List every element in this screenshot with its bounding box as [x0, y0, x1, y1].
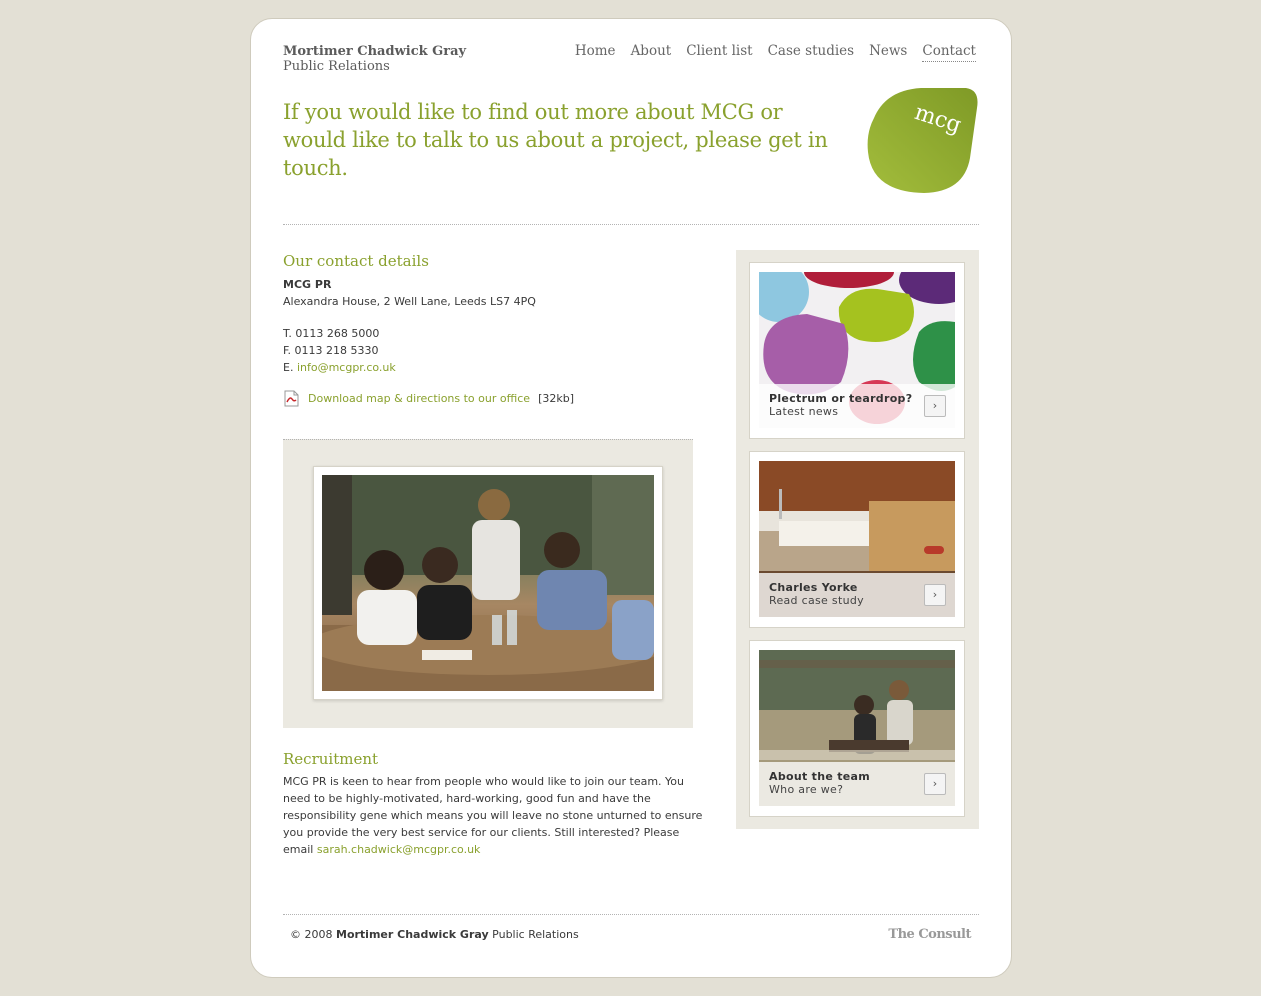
team-meeting-photo	[322, 475, 654, 691]
tile-case-study-title: Charles Yorke	[769, 581, 858, 594]
contact-heading: Our contact details	[283, 252, 429, 270]
tile-case-study-subtitle: Read case study	[769, 594, 864, 607]
pdf-icon	[284, 390, 299, 407]
nav-news[interactable]: News	[869, 43, 907, 62]
intro-text: If you would like to find out more about…	[283, 100, 828, 180]
tile-team-subtitle: Who are we?	[769, 783, 844, 796]
nav-about[interactable]: About	[631, 43, 672, 62]
the-consult-credit[interactable]: The Consult	[888, 927, 971, 942]
nav-client-list[interactable]: Client list	[686, 43, 752, 62]
company-name: MCG PR	[283, 278, 332, 291]
tile-news[interactable]: Plectrum or teardrop? Latest news ›	[749, 262, 965, 439]
copyright-year: © 2008	[290, 928, 333, 941]
tile-news-subtitle: Latest news	[769, 405, 839, 418]
site-logo[interactable]: Mortimer Chadwick Gray Public Relations	[283, 44, 466, 74]
chevron-right-icon[interactable]: ›	[924, 395, 946, 417]
footer-suffix: Public Relations	[492, 928, 579, 941]
tile-team[interactable]: About the team Who are we? ›	[749, 640, 965, 817]
tile-team-caption: About the team Who are we? ›	[759, 762, 955, 806]
recruitment-heading: Recruitment	[283, 750, 379, 768]
tile-news-title: Plectrum or teardrop?	[769, 392, 913, 405]
email-prefix: E.	[283, 361, 294, 374]
footer-company: Mortimer Chadwick Gray	[336, 928, 489, 941]
download-row: Download map & directions to our office …	[283, 390, 574, 407]
download-size: [32kb]	[538, 392, 574, 405]
footer-divider	[283, 914, 979, 915]
logo-line2: Public Relations	[283, 59, 390, 74]
chevron-right-icon[interactable]: ›	[924, 584, 946, 606]
tile-news-caption: Plectrum or teardrop? Latest news ›	[759, 384, 955, 428]
contact-details: MCG PR Alexandra House, 2 Well Lane, Lee…	[283, 276, 536, 376]
tile-team-title: About the team	[769, 770, 871, 783]
email-row: E. info@mcgpr.co.uk	[283, 359, 536, 376]
mcg-blob-logo: mcg	[867, 88, 978, 193]
address: Alexandra House, 2 Well Lane, Leeds LS7 …	[283, 295, 536, 308]
recruitment-text: MCG PR is keen to hear from people who w…	[283, 773, 703, 858]
footer-copyright: © 2008 Mortimer Chadwick Gray Public Rel…	[290, 928, 579, 941]
chevron-right-icon[interactable]: ›	[924, 773, 946, 795]
tile-case-study[interactable]: Charles Yorke Read case study ›	[749, 451, 965, 628]
divider	[283, 224, 979, 225]
nav-contact[interactable]: Contact	[922, 43, 976, 62]
photo-frame	[313, 466, 663, 700]
main-nav: Home About Client list Case studies News…	[575, 43, 976, 62]
recruitment-email-link[interactable]: sarah.chadwick@mcgpr.co.uk	[317, 843, 481, 856]
tile-case-study-caption: Charles Yorke Read case study ›	[759, 573, 955, 617]
logo-line1: Mortimer Chadwick Gray	[283, 44, 467, 59]
nav-case-studies[interactable]: Case studies	[768, 43, 855, 62]
team-photo-panel	[283, 439, 693, 728]
download-link[interactable]: Download map & directions to our office	[308, 390, 530, 407]
sidebar: Plectrum or teardrop? Latest news › Char…	[736, 250, 979, 829]
phone: T. 0113 268 5000	[283, 327, 380, 340]
nav-home[interactable]: Home	[575, 43, 616, 62]
email-link[interactable]: info@mcgpr.co.uk	[297, 361, 396, 374]
fax: F. 0113 218 5330	[283, 344, 379, 357]
